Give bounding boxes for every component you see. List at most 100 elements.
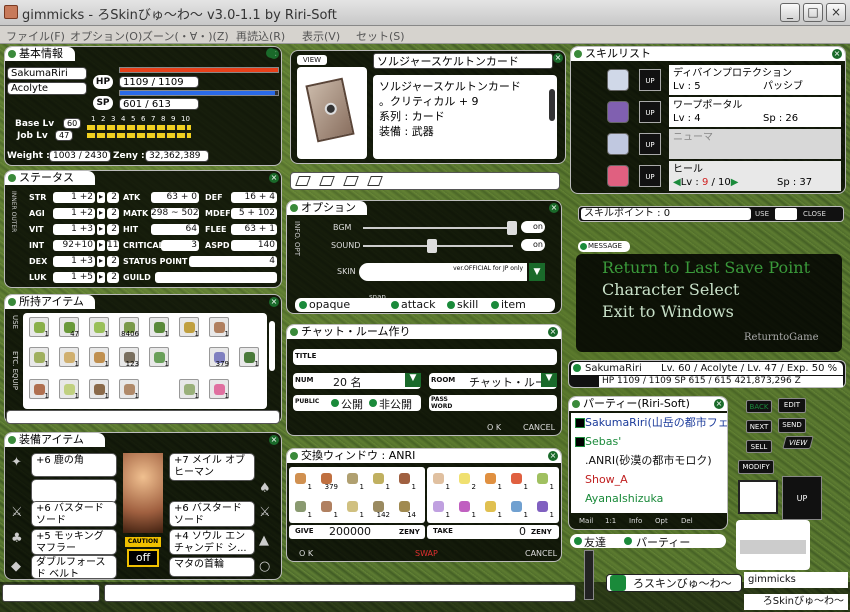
equip-slot-accessory-right[interactable]: マタの首輪 [169,557,255,577]
inventory-item[interactable]: 1 [239,347,259,368]
trade-item[interactable]: 2 [455,469,476,491]
view-button[interactable]: VIEW [782,436,814,449]
caution-toggle[interactable]: off [127,549,159,567]
sound-slider-thumb[interactable] [427,239,437,253]
trade-item[interactable]: 1 [429,469,450,491]
character-select-button[interactable]: Character Select [602,280,739,299]
exit-windows-button[interactable]: Exit to Windows [602,302,734,321]
party-info-button[interactable]: Info [629,517,642,525]
close-icon[interactable]: × [269,435,279,445]
chat-input[interactable] [104,584,576,602]
party-delete-button[interactable]: Del [681,517,693,525]
trade-item[interactable]: 1 [507,497,528,519]
inventory-item[interactable]: 1 [209,317,229,338]
skill-row[interactable]: UP ヒール ◀Lv : 9 / 10▶ Sp : 37 [577,161,841,191]
inventory-item[interactable]: 1 [179,317,199,338]
equip-slot-armor[interactable]: +7 メイル オブ ヒーマン [169,453,255,481]
give-zeny-field[interactable]: GIVE 200000 ZENY [289,525,425,539]
skill-up-button[interactable]: UP [639,165,661,187]
stat-luk-up[interactable]: ▸ [97,272,105,283]
return-to-game-button[interactable]: ReturntoGame [744,332,819,343]
party-member[interactable]: .ANRI(砂漠の都市モロク) [575,451,727,470]
trade-item[interactable]: 1 [317,497,338,519]
stat-dex-up[interactable]: ▸ [97,256,105,267]
party-option-button[interactable]: Opt [655,517,668,525]
skill-close-button[interactable]: CLOSE [803,210,826,218]
chat-scrollbar[interactable] [584,550,594,600]
bgm-toggle[interactable]: on [521,221,545,233]
skill-up-button[interactable]: UP [639,101,661,123]
option-title[interactable]: オプション [287,201,367,215]
equipment-title[interactable]: 装備アイテム [5,433,105,447]
inventory-item[interactable]: 1 [179,379,199,400]
equip-slot-head-mid[interactable] [31,479,117,503]
chat-room-title[interactable]: チャット・ルーム作り [287,325,561,339]
inventory-item[interactable]: 1 [209,379,229,400]
party-tab[interactable]: パーティー [636,534,690,550]
up-button[interactable]: UP [782,476,822,520]
chat-ok-button[interactable]: O K [487,423,501,432]
party-member[interactable]: Sebas' [575,432,727,451]
trade-item[interactable]: 1 [291,469,312,491]
stat-vit-up[interactable]: ▸ [97,224,105,235]
party-member[interactable]: AyanaIshizuka [575,489,727,508]
skill-use-button[interactable]: USE [755,210,769,218]
chevron-down-icon[interactable]: ▼ [541,373,557,387]
close-button[interactable]: × [826,3,846,22]
return-save-point-button[interactable]: Return to Last Save Point [602,258,810,277]
menu-zoom[interactable]: ズーン(・∀・)(Z) [142,28,229,44]
trade-item[interactable]: 14 [395,497,416,519]
trade-item[interactable]: 1 [343,497,364,519]
trade-item[interactable]: 1 [343,469,364,491]
trade-item[interactable]: 1 [455,497,476,519]
inventory-item[interactable]: 1 [119,379,139,400]
inventory-item[interactable]: 1 [29,347,49,368]
item-check[interactable] [491,301,499,309]
trade-item[interactable]: 1 [481,497,502,519]
tab-use[interactable]: USE [9,315,19,345]
menu-set[interactable]: セット(S) [356,28,405,44]
close-icon[interactable]: × [269,173,279,183]
close-icon[interactable]: × [553,53,563,63]
skill-up-button[interactable]: UP [639,133,661,155]
trade-item[interactable]: 1 [395,469,416,491]
stat-agi-up[interactable]: ▸ [97,208,105,219]
trade-ok-button[interactable]: O K [299,549,313,558]
inventory-item[interactable]: 1 [59,347,79,368]
whisper-target-input[interactable] [2,584,100,602]
opaque-check[interactable] [299,301,307,309]
equip-slot-garment[interactable]: +5 モッキングマフラー [31,529,117,555]
public-radio[interactable] [331,399,339,407]
stat-int-up[interactable]: ▸ [97,240,105,251]
inventory-item[interactable]: 1 [89,347,109,368]
card-slot-icon[interactable] [343,176,359,186]
chevron-down-icon[interactable]: ▼ [529,263,545,281]
status-title[interactable]: ステータス [5,171,95,185]
skill-row[interactable]: UP ディバインプロテクション Lv : 5 パッシブ [577,65,841,95]
equip-slot-head-top[interactable]: +6 鹿の角 [31,453,117,477]
trade-swap-button[interactable]: SWAP [415,549,438,558]
back-button[interactable]: BACK [746,400,772,413]
num-field[interactable]: NUM 20 名 ▼ [293,373,421,389]
inventory-item[interactable]: 123 [119,347,139,368]
party-mail-button[interactable]: Mail [579,517,593,525]
pin-icon[interactable] [266,48,276,58]
close-icon[interactable]: × [714,399,724,409]
skill-row[interactable]: UP ニューマ [577,129,841,159]
friends-tab[interactable]: 友達 [584,534,606,550]
trade-item[interactable]: 1 [481,469,502,491]
card-slot-icon[interactable] [295,176,311,186]
inventory-scrollbar[interactable] [269,321,275,371]
party-title[interactable]: パーティー(Riri-Soft) [569,397,727,411]
trade-item[interactable]: 1 [429,497,450,519]
password-field[interactable]: PASS WORD [429,395,557,411]
menu-reload[interactable]: 再読込(R) [236,28,285,44]
inventory-item[interactable]: 1 [149,347,169,368]
card-slot-icon[interactable] [319,176,335,186]
emblem-slot[interactable] [738,480,778,514]
party-whisper-button[interactable]: 1:1 [605,517,616,525]
bgm-slider[interactable] [363,227,513,229]
close-icon[interactable]: × [548,327,558,337]
send-button[interactable]: SEND [778,418,806,433]
skill-level-right-icon[interactable]: ▶ [731,177,739,188]
